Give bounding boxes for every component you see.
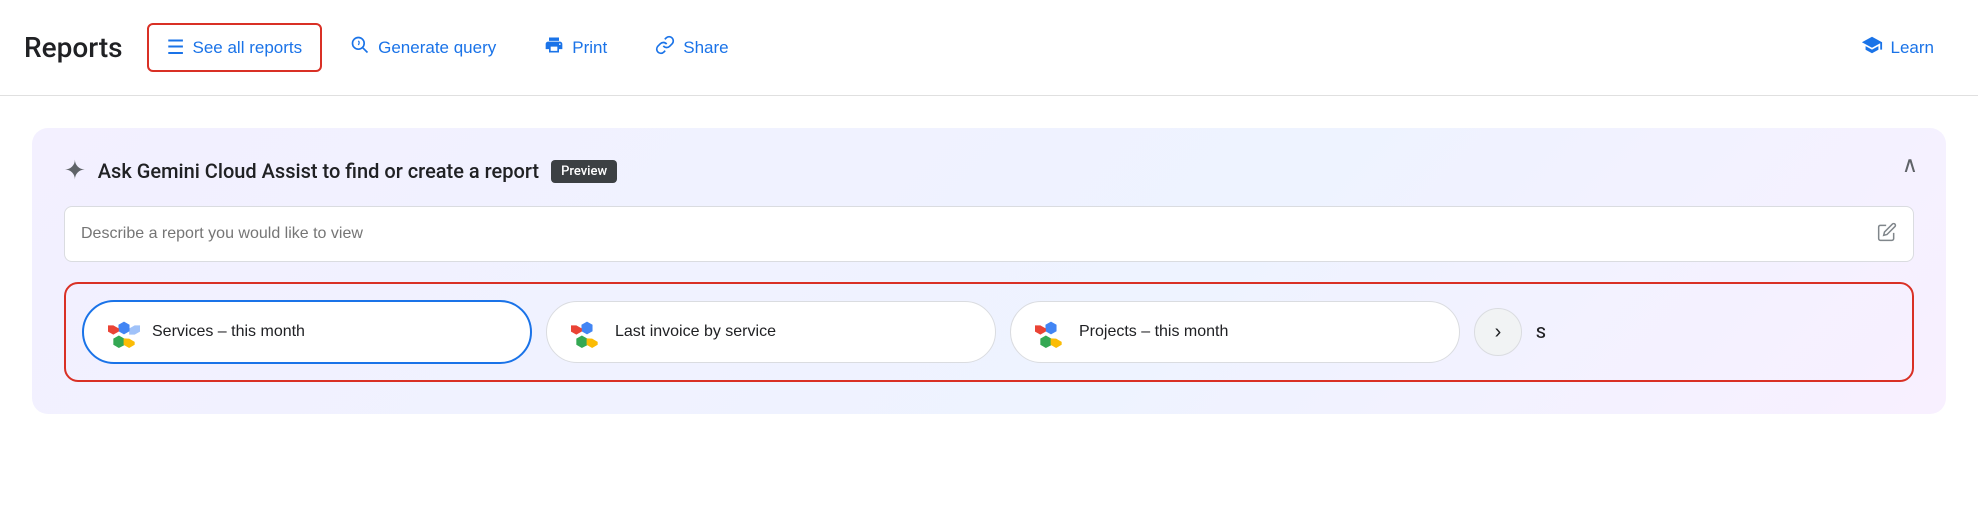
suggestion-services-month[interactable]: Services – this month — [82, 300, 532, 364]
gemini-search-input[interactable] — [81, 225, 1877, 243]
learn-label: Learn — [1891, 38, 1934, 58]
preview-badge: Preview — [551, 160, 617, 183]
print-icon — [544, 35, 564, 61]
share-icon — [655, 35, 675, 61]
main-content: ✦ Ask Gemini Cloud Assist to find or cre… — [0, 96, 1978, 438]
sparkle-icon: ✦ — [64, 156, 86, 186]
suggestions-row: Services – this month Last invoice by se… — [64, 282, 1914, 382]
suggestion-projects-month-label: Projects – this month — [1079, 323, 1228, 341]
generate-query-label: Generate query — [378, 38, 496, 58]
gemini-panel: ✦ Ask Gemini Cloud Assist to find or cre… — [32, 128, 1946, 414]
suggestion-services-month-label: Services – this month — [152, 323, 305, 341]
suggestion-projects-month[interactable]: Projects – this month — [1010, 301, 1460, 363]
gemini-input-wrap — [64, 206, 1914, 262]
share-label: Share — [683, 38, 728, 58]
edit-icon — [1877, 222, 1897, 247]
gcloud-logo-1 — [108, 316, 140, 348]
page-title: Reports — [24, 31, 123, 64]
see-all-reports-label: See all reports — [193, 38, 303, 58]
chevron-right-icon: › — [1495, 321, 1502, 344]
toolbar: Reports ☰ See all reports Generate query… — [0, 0, 1978, 96]
suggestion-partial-label: S — [1536, 323, 1546, 342]
next-suggestion-button[interactable]: › — [1474, 308, 1522, 356]
list-icon: ☰ — [167, 35, 185, 60]
generate-query-button[interactable]: Generate query — [330, 23, 516, 73]
suggestion-last-invoice[interactable]: Last invoice by service — [546, 301, 996, 363]
gcloud-logo-2 — [571, 316, 603, 348]
share-button[interactable]: Share — [635, 23, 748, 73]
collapse-button[interactable]: ∧ — [1902, 152, 1918, 178]
learn-icon — [1861, 34, 1883, 62]
print-button[interactable]: Print — [524, 23, 627, 73]
gemini-title: Ask Gemini Cloud Assist to find or creat… — [98, 159, 539, 183]
gcloud-logo-3 — [1035, 316, 1067, 348]
learn-button[interactable]: Learn — [1841, 22, 1954, 74]
search-icon — [350, 35, 370, 61]
gemini-header: ✦ Ask Gemini Cloud Assist to find or cre… — [64, 156, 1914, 186]
see-all-reports-button[interactable]: ☰ See all reports — [147, 23, 323, 72]
print-label: Print — [572, 38, 607, 58]
suggestion-last-invoice-label: Last invoice by service — [615, 323, 776, 341]
